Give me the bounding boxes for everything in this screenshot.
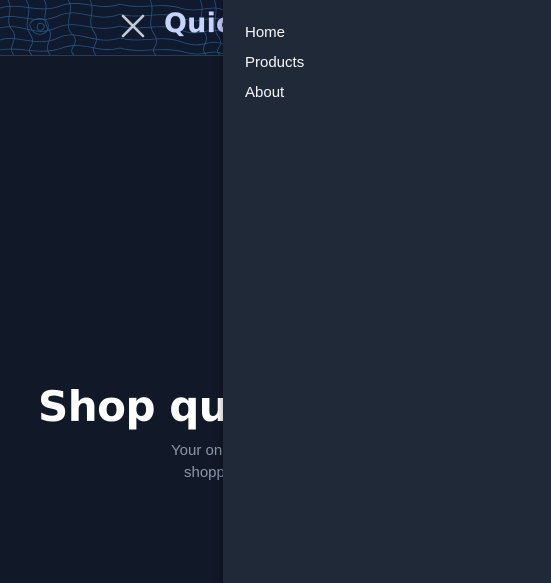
close-menu-button[interactable]	[118, 11, 148, 41]
drawer-nav: Home Products About	[245, 18, 304, 108]
nav-drawer: Home Products About	[223, 0, 551, 583]
brand-logo[interactable]: Quic	[164, 8, 232, 39]
nav-item-about[interactable]: About	[245, 78, 304, 108]
nav-item-home[interactable]: Home	[245, 18, 304, 48]
page: Quic Shop qui Your on shopp Home Product…	[0, 0, 551, 583]
nav-item-products[interactable]: Products	[245, 48, 304, 78]
hero-title: Shop qui	[38, 382, 243, 432]
close-icon	[121, 14, 145, 38]
